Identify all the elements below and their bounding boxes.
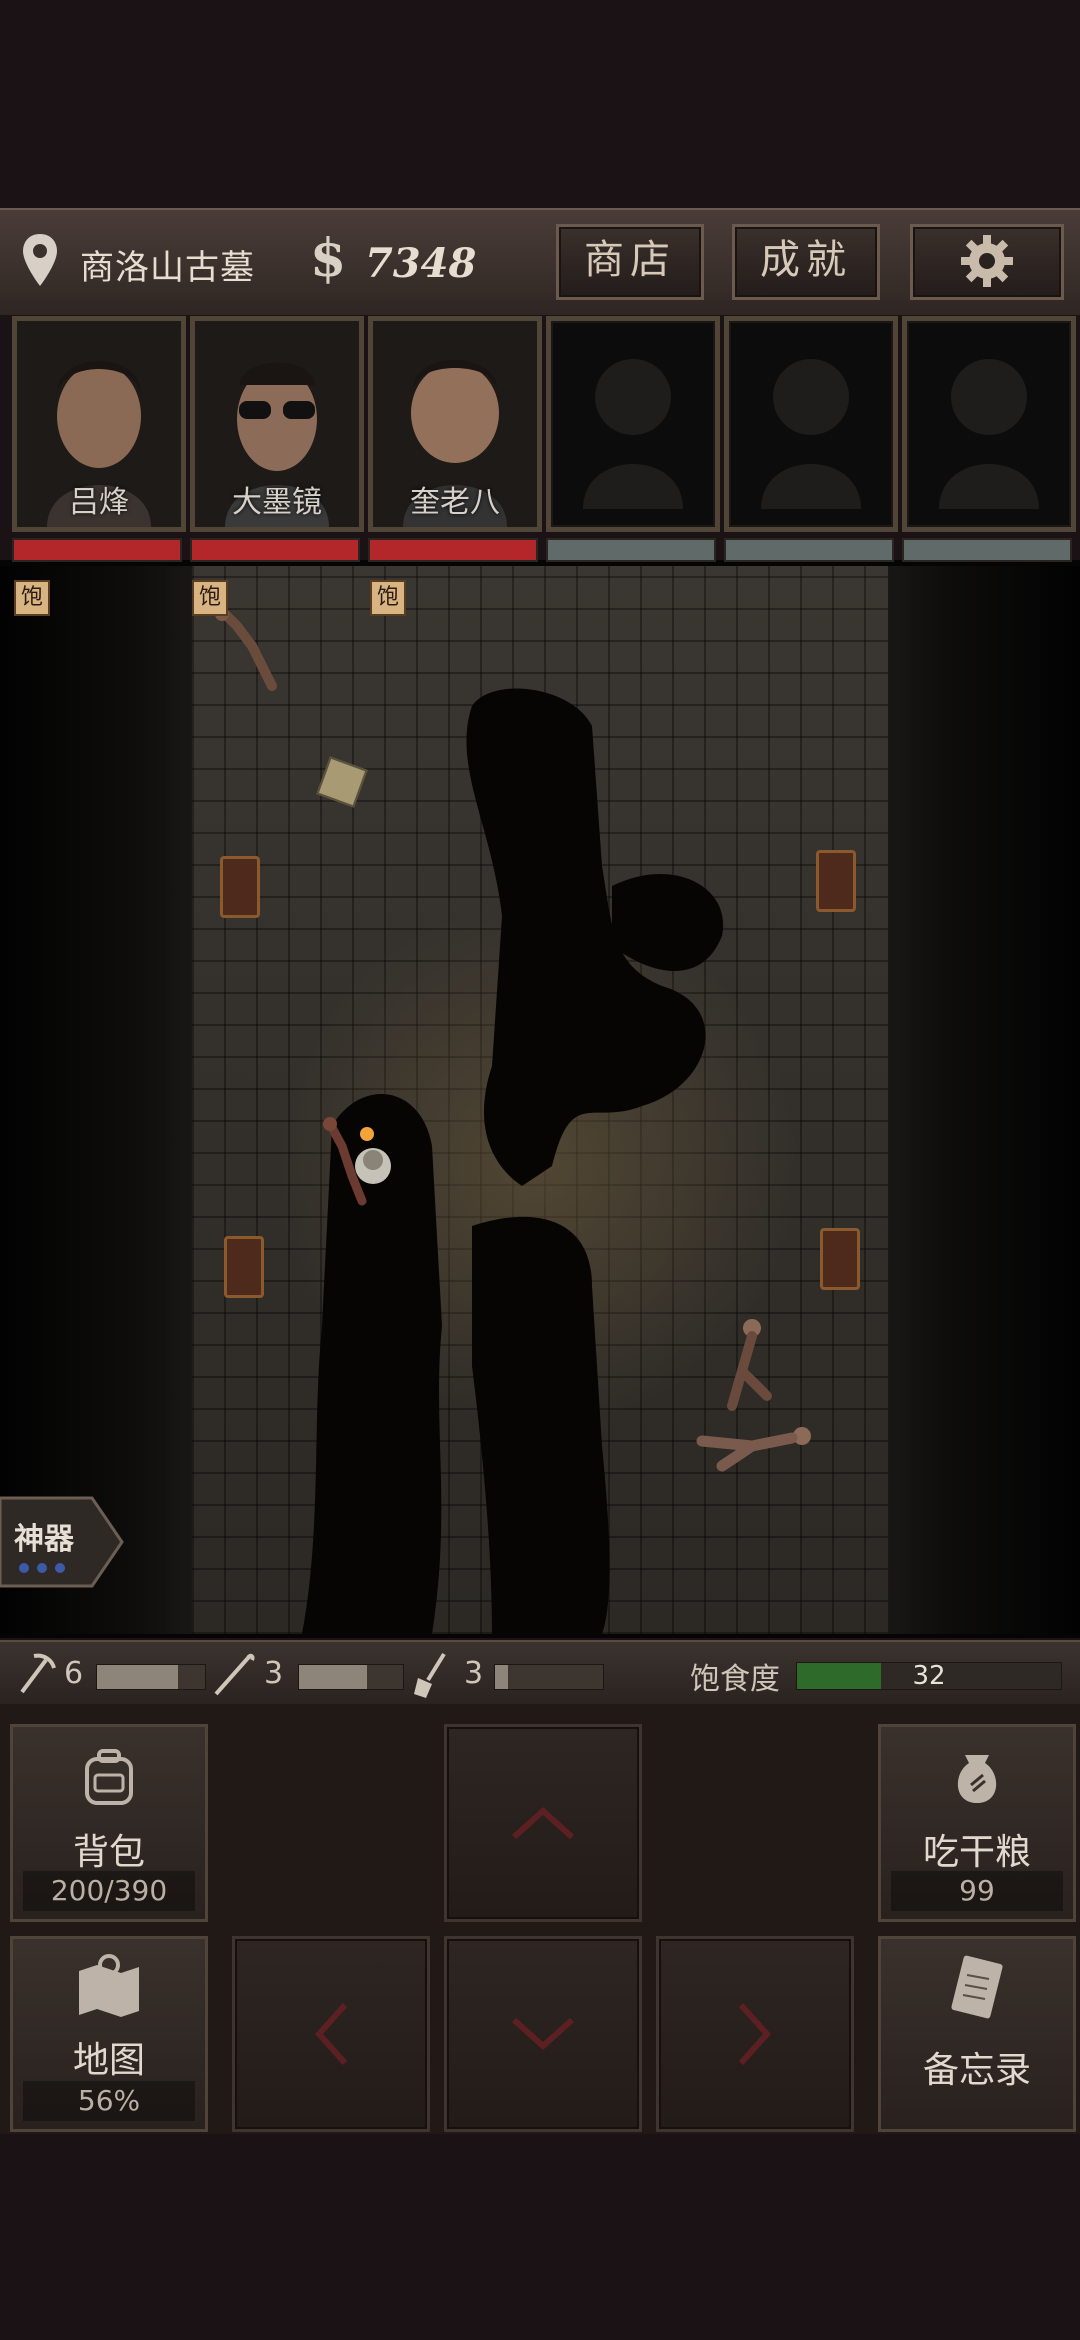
artifact-tab[interactable]: 神器 <box>0 1496 124 1588</box>
zombie-icon[interactable] <box>692 1406 822 1476</box>
coffin-icon[interactable] <box>820 1228 860 1290</box>
memo-book-icon <box>951 1955 1003 2019</box>
corpse-icon[interactable] <box>212 606 277 691</box>
achievements-button[interactable]: 成就 <box>732 224 880 300</box>
shovel-count: 3 <box>464 1656 484 1691</box>
artifact-label: 神器 <box>14 1522 74 1557</box>
player-character-icon <box>337 1126 397 1196</box>
map-icon <box>79 1954 139 2017</box>
pickaxe-durability-bar <box>96 1664 206 1690</box>
shovel-icon <box>414 1652 446 1698</box>
currency-icon: $ <box>310 228 347 289</box>
memo-label: 备忘录 <box>922 2050 1031 2091</box>
health-bar <box>12 538 182 562</box>
zombie-icon[interactable] <box>712 1316 782 1416</box>
right-wall <box>888 566 1080 1634</box>
crowbar-count: 3 <box>264 1656 284 1691</box>
status-badge: 饱 <box>192 580 228 616</box>
location-name: 商洛山古墓 <box>80 248 255 288</box>
satiety-label: 饱食度 <box>690 1662 780 1697</box>
location-pin-icon <box>23 234 57 286</box>
chevron-down-icon <box>511 2017 575 2051</box>
ration-sack-icon <box>957 1755 997 1803</box>
satiety-bar: 32 <box>796 1661 1062 1691</box>
shovel-durability-bar <box>494 1664 604 1690</box>
eat-ration-button[interactable]: 吃干粮 99 <box>878 1724 1076 1922</box>
status-badge: 饱 <box>14 580 50 616</box>
status-badge: 饱 <box>370 580 406 616</box>
empty-team-slot[interactable] <box>546 316 720 532</box>
left-wall <box>0 566 192 1634</box>
settings-button[interactable] <box>910 224 1064 300</box>
coffin-icon[interactable] <box>816 850 856 912</box>
move-up-button[interactable] <box>444 1724 642 1922</box>
money-value: 7348 <box>365 240 477 287</box>
shop-button[interactable]: 商店 <box>556 224 704 300</box>
satiety-value: 32 <box>912 1661 946 1691</box>
team-member-portrait[interactable]: 吕烽 <box>12 316 186 532</box>
empty-team-slot[interactable] <box>724 316 898 532</box>
silhouette-icon <box>583 359 683 509</box>
team-member-portrait[interactable]: 大墨镜 <box>190 316 364 532</box>
map-progress: 56% <box>23 2081 195 2121</box>
tool-status-bar: 6 3 3 饱食度 32 <box>0 1640 1080 1706</box>
team-member-name: 奎老八 <box>410 485 500 520</box>
coffin-icon[interactable] <box>220 856 260 918</box>
map-label: 地图 <box>72 2040 145 2081</box>
move-left-button[interactable] <box>232 1936 430 2132</box>
backpack-capacity: 200/390 <box>23 1871 195 1911</box>
backpack-icon <box>85 1749 133 1805</box>
coffin-icon[interactable] <box>224 1236 264 1298</box>
crowbar-durability-bar <box>298 1664 404 1690</box>
health-bar <box>724 538 894 562</box>
crowbar-icon <box>214 1653 255 1696</box>
gear-icon <box>961 235 1013 287</box>
silhouette-icon <box>761 359 861 509</box>
eat-ration-label: 吃干粮 <box>922 1832 1031 1873</box>
team-member-name: 大墨镜 <box>232 485 322 520</box>
backpack-button[interactable]: 背包 200/390 <box>10 1724 208 1922</box>
backpack-label: 背包 <box>72 1832 145 1873</box>
pickaxe-icon <box>20 1653 56 1694</box>
chevron-left-icon <box>314 2002 348 2066</box>
ration-count: 99 <box>891 1871 1063 1911</box>
health-bar <box>546 538 716 562</box>
team-member-portrait[interactable]: 奎老八 <box>368 316 542 532</box>
team-member-name: 吕烽 <box>69 485 129 520</box>
chevron-up-icon <box>511 1806 575 1840</box>
move-right-button[interactable] <box>656 1936 854 2132</box>
chevron-right-icon <box>738 2002 772 2066</box>
move-down-button[interactable] <box>444 1936 642 2132</box>
pickaxe-count: 6 <box>64 1656 84 1691</box>
top-bar: 商洛山古墓 $ 7348 商店 成就 <box>0 208 1080 318</box>
health-bar <box>368 538 538 562</box>
memo-button[interactable]: 备忘录 <box>878 1936 1076 2132</box>
tomb-floor <box>192 566 888 1634</box>
silhouette-icon <box>939 359 1039 509</box>
map-button[interactable]: 地图 56% <box>10 1936 208 2132</box>
health-bar <box>902 538 1072 562</box>
health-bar <box>190 538 360 562</box>
empty-team-slot[interactable] <box>902 316 1076 532</box>
